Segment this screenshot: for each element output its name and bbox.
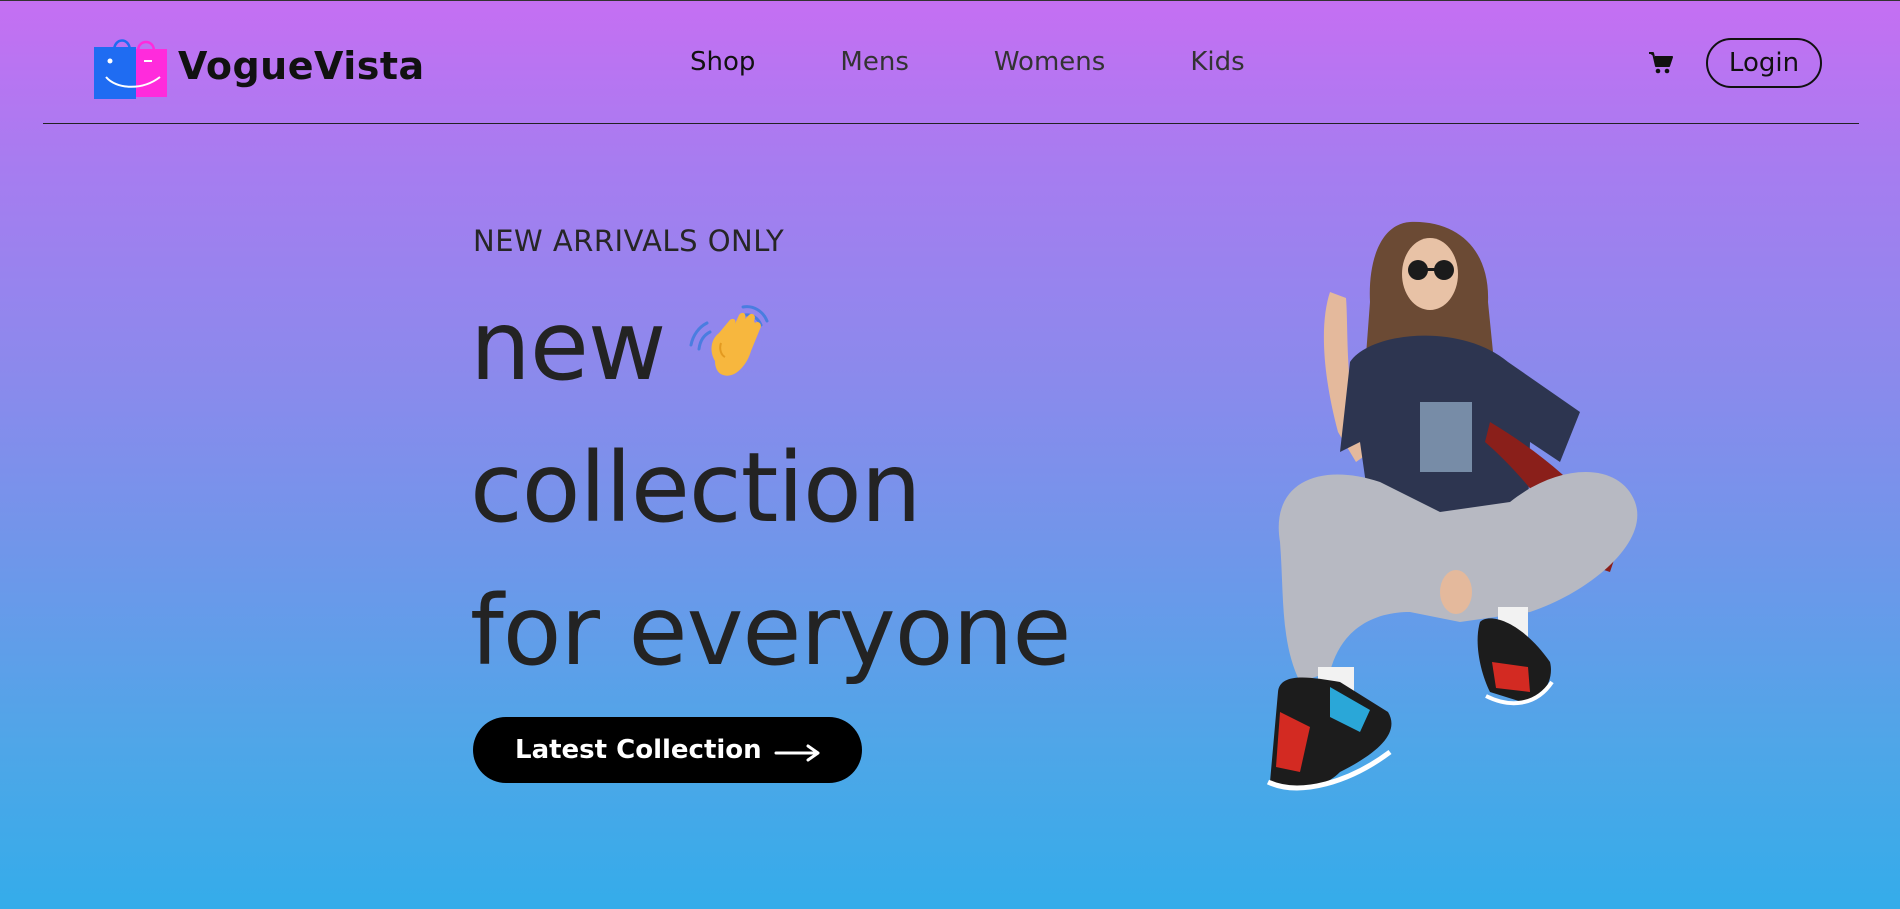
- hero-headline-line-2: collection: [470, 432, 922, 544]
- model-crouching-photo: [1260, 212, 1650, 812]
- navbar: VogueVista Shop Mens Womens Kids Login: [0, 0, 1900, 125]
- hero-headline-line-3: for everyone: [470, 575, 1071, 687]
- nav-link-womens[interactable]: Womens: [994, 47, 1105, 77]
- hero-headline-word-new: new: [470, 290, 666, 402]
- cart-icon[interactable]: [1648, 51, 1674, 75]
- main-nav: Shop Mens Womens Kids: [690, 47, 1330, 77]
- hero-headline-line-1: new: [470, 298, 780, 394]
- latest-collection-button[interactable]: Latest Collection: [473, 717, 862, 783]
- brand-name: VogueVista: [178, 44, 425, 88]
- shopping-bags-logo-icon: [94, 33, 168, 99]
- brand[interactable]: VogueVista: [94, 33, 425, 99]
- waving-hand-icon: [685, 299, 780, 394]
- nav-link-shop[interactable]: Shop: [690, 47, 755, 77]
- login-button[interactable]: Login: [1706, 38, 1822, 88]
- arrow-right-icon: [774, 740, 822, 762]
- nav-link-kids[interactable]: Kids: [1190, 47, 1244, 77]
- cta-label: Latest Collection: [515, 735, 762, 765]
- hero-eyebrow: NEW ARRIVALS ONLY: [473, 224, 785, 258]
- nav-divider: [43, 123, 1859, 124]
- nav-link-mens[interactable]: Mens: [840, 47, 908, 77]
